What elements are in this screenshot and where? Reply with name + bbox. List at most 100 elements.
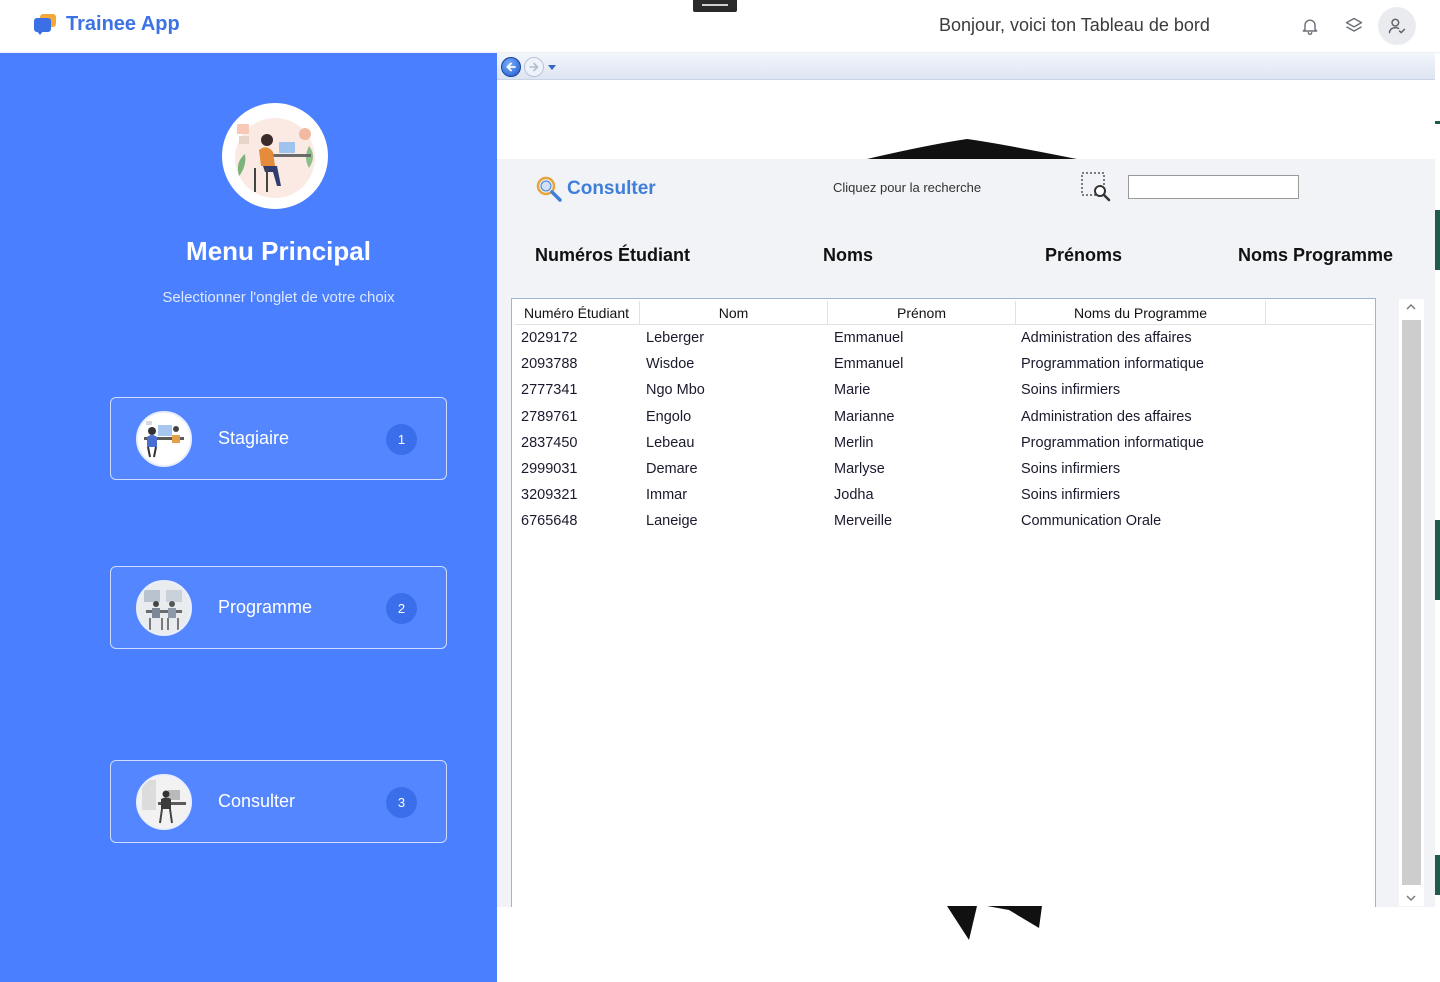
forward-button[interactable] <box>524 57 544 77</box>
user-menu-button[interactable] <box>1378 7 1416 45</box>
table-header-nom[interactable]: Nom <box>640 301 828 325</box>
search-icon[interactable] <box>1080 171 1112 203</box>
table-header: Numéro Étudiant Nom Prénom Noms du Progr… <box>514 301 1374 325</box>
consulter-illustration <box>136 774 192 830</box>
table-header-prenom[interactable]: Prénom <box>828 301 1016 325</box>
cell-numero: 6765648 <box>521 513 578 530</box>
edge-decoration <box>1435 210 1440 270</box>
menu-item-programme[interactable]: Programme 2 <box>110 566 447 649</box>
browser-nav-bar <box>497 53 1435 80</box>
bell-icon[interactable] <box>1298 14 1322 38</box>
arrow-left-icon <box>506 62 516 72</box>
menu-item-label: Stagiaire <box>218 428 290 448</box>
cell-nom: Ngo Mbo <box>646 382 705 399</box>
history-dropdown-icon[interactable] <box>548 65 556 70</box>
cell-prenom: Merlin <box>834 434 874 451</box>
students-table[interactable]: Numéro Étudiant Nom Prénom Noms du Progr… <box>511 298 1376 907</box>
edge-decoration <box>1435 520 1440 600</box>
cell-nom: Laneige <box>646 513 698 530</box>
vertical-scrollbar[interactable] <box>1399 299 1424 906</box>
cell-programme: Administration des affaires <box>1021 408 1192 425</box>
chevron-down-icon[interactable] <box>1405 892 1417 904</box>
user-check-icon <box>1388 18 1406 34</box>
back-button[interactable] <box>501 57 521 77</box>
cell-numero: 2837450 <box>521 434 578 451</box>
cell-programme: Soins infirmiers <box>1021 460 1121 477</box>
edge-decoration <box>1435 121 1440 124</box>
main-content: Consulter Cliquez pour la recherche Numé… <box>497 53 1435 982</box>
layers-icon[interactable] <box>1342 14 1366 38</box>
top-bar: Trainee App Bonjour, voici ton Tableau d… <box>0 0 1440 53</box>
table-header-numero[interactable]: Numéro Étudiant <box>514 301 640 325</box>
menu-item-label: Consulter <box>218 791 296 811</box>
table-row[interactable]: 2789761 Engolo Marianne Administration d… <box>514 405 1374 431</box>
app-logo[interactable]: Trainee App <box>34 13 180 36</box>
table-row[interactable]: 2093788 Wisdoe Emmanuel Programmation in… <box>514 352 1374 378</box>
cell-nom: Immar <box>646 487 688 504</box>
menu-item-label: Programme <box>218 597 313 617</box>
table-row[interactable]: 6765648 Laneige Merveille Communication … <box>514 509 1374 535</box>
cell-programme: Soins infirmiers <box>1021 487 1121 504</box>
cell-prenom: Emmanuel <box>834 356 904 373</box>
menu-subtitle: Selectionner l'onglet de votre choix <box>162 289 395 306</box>
menu-item-consulter[interactable]: Consulter 3 <box>110 760 447 843</box>
decorative-shape <box>867 139 1077 159</box>
menu-item-badge: 1 <box>386 424 417 455</box>
sidebar: Menu Principal Selectionner l'onglet de … <box>0 53 497 982</box>
cell-numero: 3209321 <box>521 487 578 504</box>
menu-title: Menu Principal <box>186 236 371 266</box>
arrow-right-icon <box>529 62 539 72</box>
dashboard-greeting: Bonjour, voici ton Tableau de bord <box>939 15 1210 35</box>
app-name: Trainee App <box>66 13 180 35</box>
table-body: 2029172 Leberger Emmanuel Administration… <box>514 326 1374 536</box>
menu-item-badge: 2 <box>386 593 417 624</box>
table-row[interactable]: 2837450 Lebeau Merlin Programmation info… <box>514 431 1374 457</box>
column-labels: Numéros Étudiant Noms Prénoms Noms Progr… <box>497 245 1435 275</box>
cell-prenom: Marianne <box>834 408 895 425</box>
cell-nom: Wisdoe <box>646 356 695 373</box>
cell-prenom: Marie <box>834 382 871 399</box>
table-row[interactable]: 2029172 Leberger Emmanuel Administration… <box>514 326 1374 352</box>
cell-prenom: Marlyse <box>834 460 885 477</box>
magnifier-icon <box>536 176 562 202</box>
scrollbar-thumb[interactable] <box>1402 320 1421 885</box>
cell-numero: 2029172 <box>521 330 578 346</box>
cell-programme: Programmation informatique <box>1021 356 1204 373</box>
cell-nom: Engolo <box>646 408 692 425</box>
search-input[interactable] <box>1128 175 1299 199</box>
window-handle[interactable] <box>693 0 737 12</box>
programme-illustration <box>136 580 192 636</box>
column-label-programme: Noms Programme <box>1238 245 1394 265</box>
menu-item-badge: 3 <box>386 787 417 818</box>
table-row[interactable]: 2999031 Demare Marlyse Soins infirmiers <box>514 457 1374 483</box>
cell-nom: Demare <box>646 460 698 477</box>
table-header-programme[interactable]: Noms du Programme <box>1016 301 1266 325</box>
cell-numero: 2093788 <box>521 356 578 373</box>
chat-logo-icon <box>34 13 56 36</box>
consult-panel: Consulter Cliquez pour la recherche Numé… <box>497 159 1435 907</box>
stagiaire-illustration <box>136 411 192 467</box>
cell-nom: Leberger <box>646 330 705 346</box>
cell-prenom: Emmanuel <box>834 330 904 346</box>
cell-programme: Administration des affaires <box>1021 330 1192 346</box>
menu-item-stagiaire[interactable]: Stagiaire 1 <box>110 397 447 480</box>
chevron-up-icon[interactable] <box>1405 301 1417 313</box>
cell-programme: Programmation informatique <box>1021 434 1204 451</box>
cell-prenom: Jodha <box>834 487 874 504</box>
cell-programme: Communication Orale <box>1021 513 1162 530</box>
cell-numero: 2789761 <box>521 408 578 425</box>
cell-numero: 2999031 <box>521 460 578 477</box>
edge-decoration <box>1435 855 1440 895</box>
cell-nom: Lebeau <box>646 434 695 451</box>
search-hint: Cliquez pour la recherche <box>833 180 982 195</box>
consult-header: Consulter <box>535 175 656 203</box>
table-row[interactable]: 3209321 Immar Jodha Soins infirmiers <box>514 483 1374 509</box>
column-label-noms: Noms <box>823 245 874 265</box>
consult-title: Consulter <box>567 178 656 199</box>
cell-prenom: Merveille <box>834 513 893 530</box>
cell-numero: 2777341 <box>521 382 578 399</box>
profile-illustration <box>222 103 328 209</box>
decorative-shape <box>947 906 1042 940</box>
cell-programme: Soins infirmiers <box>1021 382 1121 399</box>
table-row[interactable]: 2777341 Ngo Mbo Marie Soins infirmiers <box>514 378 1374 404</box>
